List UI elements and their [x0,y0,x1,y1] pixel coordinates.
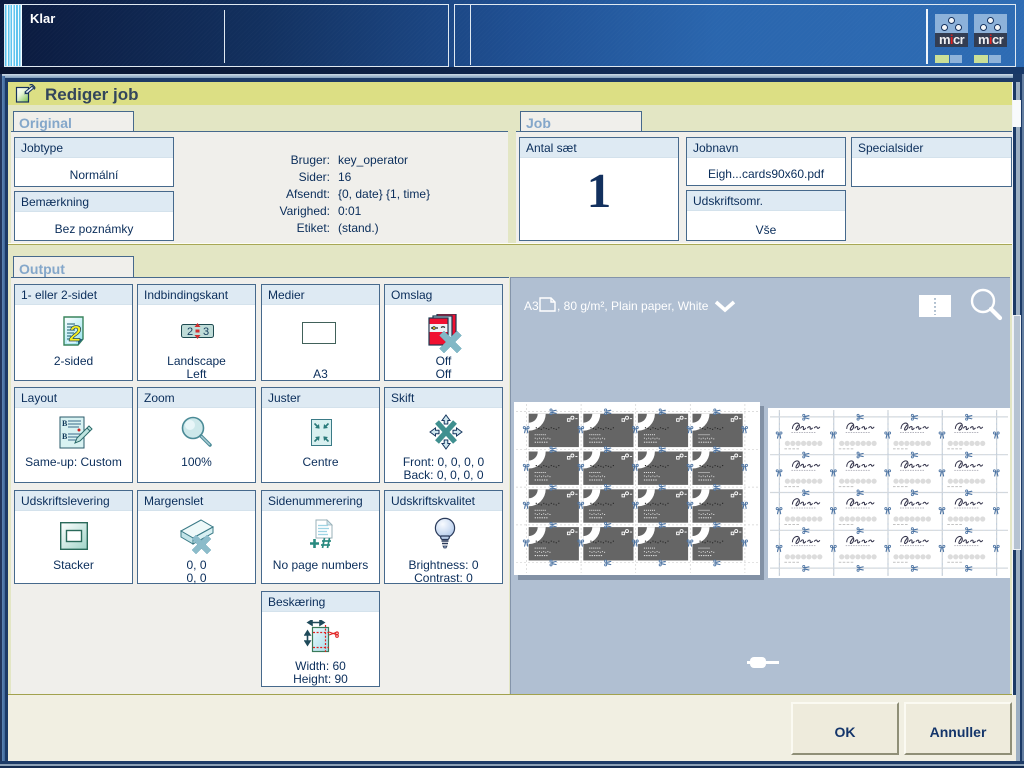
svg-text:2: 2 [68,321,83,346]
svg-text:3: 3 [203,326,209,338]
svg-text:B: B [62,419,68,428]
svg-text:2: 2 [187,326,193,338]
svg-text:B: B [62,432,68,441]
